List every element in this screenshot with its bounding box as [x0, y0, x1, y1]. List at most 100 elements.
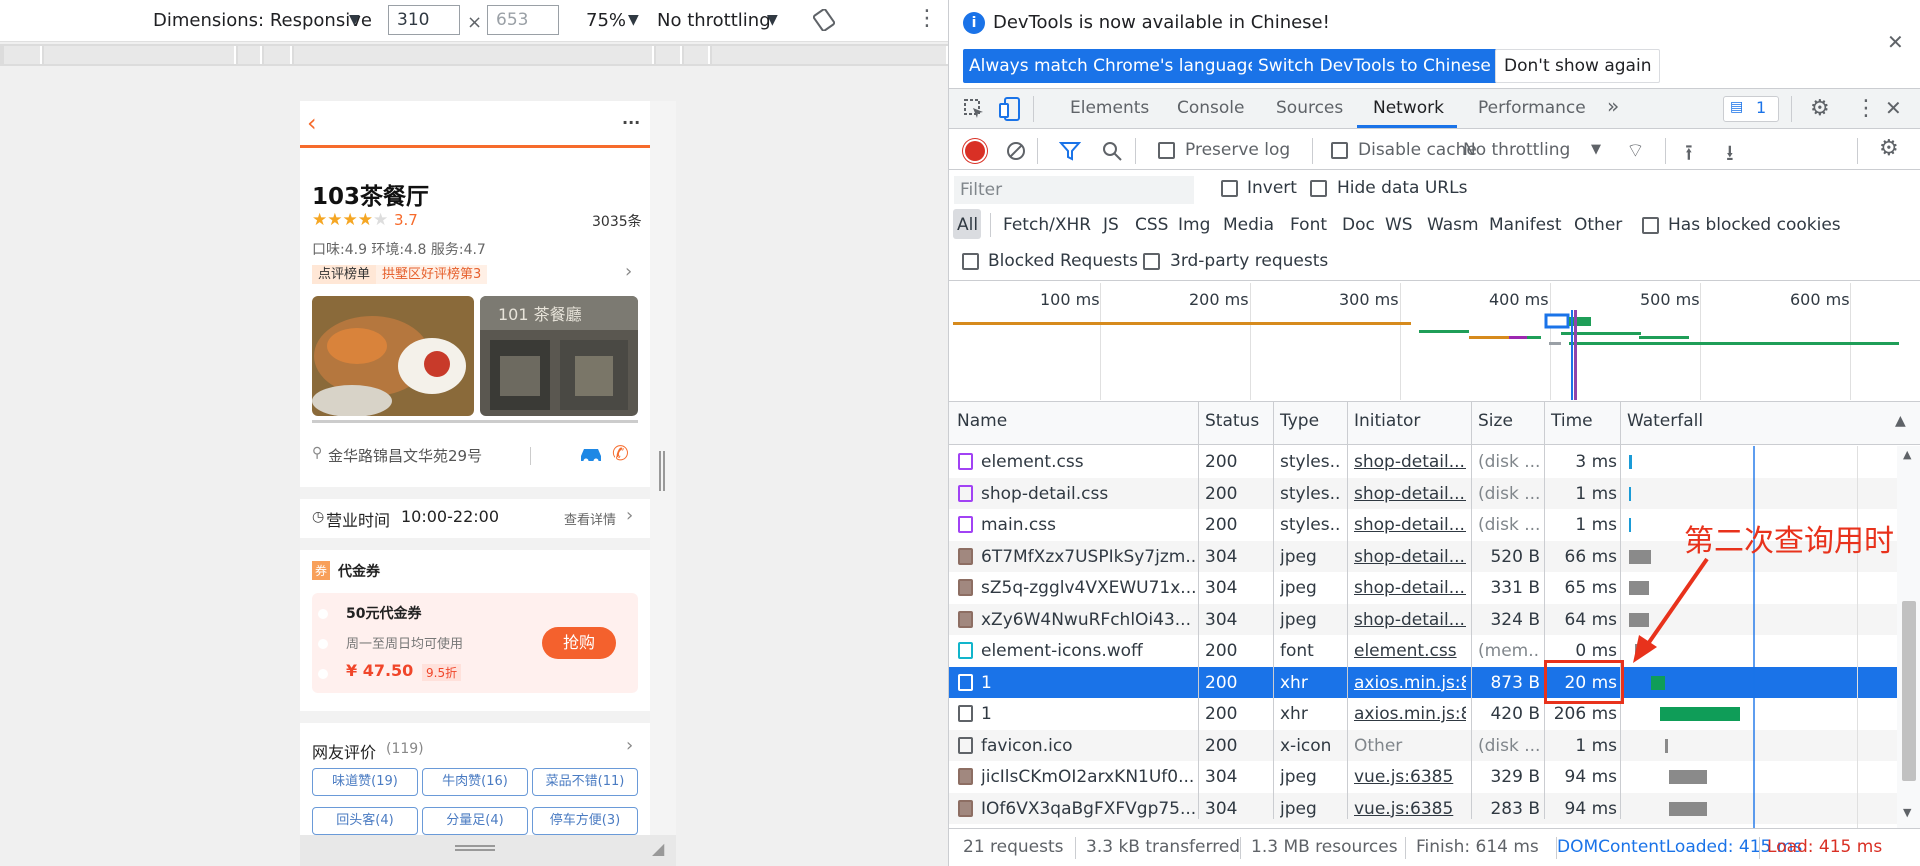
disable-cache-label[interactable]: Disable cache: [1358, 140, 1477, 160]
type-filter-wasm[interactable]: Wasm: [1427, 215, 1479, 235]
cell-name[interactable]: main.css: [981, 515, 1196, 535]
type-filter-media[interactable]: Media: [1223, 215, 1274, 235]
resize-handle-right[interactable]: [650, 101, 676, 835]
throttling-dropdown[interactable]: No throttling: [657, 10, 771, 31]
dropdown-arrow-icon[interactable]: ▼: [349, 12, 360, 28]
type-filter-img[interactable]: Img: [1178, 215, 1210, 235]
shop-address[interactable]: 金华路锦昌文华苑29号: [328, 445, 482, 466]
cell-name[interactable]: 1: [981, 704, 1196, 724]
filter-input[interactable]: Filter: [954, 176, 1194, 204]
more-dots-icon[interactable]: ...: [622, 109, 640, 128]
rotate-icon[interactable]: [813, 9, 835, 31]
hide-data-urls-checkbox[interactable]: [1310, 180, 1327, 197]
ruler-segment[interactable]: [656, 46, 682, 64]
column-waterfall[interactable]: Waterfall: [1627, 411, 1703, 431]
clear-icon[interactable]: [1005, 140, 1027, 162]
dropdown-arrow-icon[interactable]: ▼: [628, 12, 639, 28]
type-filter-all[interactable]: All: [957, 215, 978, 235]
device-toggle-icon[interactable]: [999, 96, 1021, 122]
cell-initiator[interactable]: axios.min.js:8: [1354, 673, 1466, 693]
cell-name[interactable]: jicIlsCKmOI2arxKN1Uf0...: [981, 767, 1196, 787]
type-filter-fetch-xhr[interactable]: Fetch/XHR: [1003, 215, 1091, 235]
third-party-checkbox[interactable]: [1143, 253, 1160, 270]
chevron-right-icon[interactable]: ›: [625, 261, 632, 282]
review-tag[interactable]: 回头客(4): [312, 807, 418, 835]
cell-initiator[interactable]: vue.js:6385: [1354, 767, 1466, 787]
car-icon[interactable]: [578, 444, 604, 464]
cell-name[interactable]: 6T7MfXzx7USPIkSy7jzm...: [981, 547, 1196, 567]
more-options-icon[interactable]: ⋮: [916, 6, 938, 31]
ruler-segment[interactable]: [294, 46, 654, 64]
rank-tags[interactable]: 点评榜单 拱墅区好评榜第3: [312, 262, 488, 284]
type-filter-other[interactable]: Other: [1574, 215, 1622, 235]
filter-funnel-icon[interactable]: [1059, 141, 1081, 161]
column-status[interactable]: Status: [1205, 411, 1259, 431]
customize-menu-icon[interactable]: ⋮: [1855, 96, 1877, 121]
back-chevron-icon[interactable]: ‹: [307, 109, 317, 137]
column-divider[interactable]: [1198, 401, 1199, 819]
cell-initiator[interactable]: vue.js:6385: [1354, 799, 1466, 819]
tab-elements[interactable]: Elements: [1070, 98, 1149, 118]
always-match-language-button[interactable]: Always match Chrome's language: [963, 49, 1264, 83]
cell-name[interactable]: xZy6W4NwuRFchlOi43...: [981, 610, 1196, 630]
table-scrollbar[interactable]: ▲ ▼: [1897, 446, 1920, 828]
chevron-right-icon[interactable]: ›: [626, 735, 633, 756]
tab-sources[interactable]: Sources: [1276, 98, 1343, 118]
tab-performance[interactable]: Performance: [1478, 98, 1586, 118]
ruler-segment[interactable]: [264, 46, 292, 64]
column-name[interactable]: Name: [957, 411, 1007, 431]
invert-label[interactable]: Invert: [1247, 178, 1297, 198]
review-tag[interactable]: 味道赞(19): [312, 768, 418, 796]
ruler-segment[interactable]: [238, 46, 262, 64]
drag-grip-icon[interactable]: [659, 451, 665, 491]
record-icon[interactable]: [965, 141, 985, 161]
cell-name[interactable]: favicon.ico: [981, 736, 1196, 756]
ruler-segment[interactable]: [4, 46, 42, 64]
search-icon[interactable]: [1101, 140, 1123, 162]
ruler-segment[interactable]: [712, 46, 948, 64]
photo-scrollbar[interactable]: [312, 420, 638, 423]
coupon-card[interactable]: 50元代金券 周一至周日均可使用 ¥ 47.50 9.5折 抢购: [312, 593, 638, 693]
column-divider[interactable]: [1273, 401, 1274, 819]
network-settings-gear-icon[interactable]: ⚙: [1879, 136, 1899, 161]
width-input[interactable]: 310: [388, 5, 460, 35]
drag-grip-icon[interactable]: [455, 845, 495, 851]
cell-name[interactable]: 1: [981, 673, 1196, 693]
zoom-dropdown[interactable]: 75%: [586, 10, 626, 31]
cell-initiator[interactable]: shop-detail....: [1354, 547, 1466, 567]
dimensions-dropdown[interactable]: Dimensions: Responsive: [153, 10, 372, 31]
third-party-label[interactable]: 3rd-party requests: [1170, 251, 1328, 271]
sort-up-icon[interactable]: ▲: [1895, 413, 1906, 429]
cell-initiator[interactable]: shop-detail....: [1354, 515, 1466, 535]
preserve-log-label[interactable]: Preserve log: [1185, 140, 1290, 160]
cell-name[interactable]: shop-detail.css: [981, 484, 1196, 504]
review-tag[interactable]: 停车方便(3): [532, 807, 638, 835]
buy-button[interactable]: 抢购: [542, 627, 616, 659]
phone-icon[interactable]: ✆: [612, 441, 629, 465]
type-filter-manifest[interactable]: Manifest: [1489, 215, 1562, 235]
scroll-down-icon[interactable]: ▼: [1903, 806, 1911, 819]
issues-button[interactable]: ▤ 1: [1723, 96, 1779, 122]
review-tag[interactable]: 牛肉赞(16): [422, 768, 528, 796]
has-blocked-cookies-checkbox[interactable]: [1642, 217, 1659, 234]
cell-initiator[interactable]: shop-detail....: [1354, 452, 1466, 472]
invert-checkbox[interactable]: [1221, 180, 1238, 197]
review-count[interactable]: 3035条: [592, 211, 642, 231]
dropdown-arrow-icon[interactable]: ▼: [767, 12, 778, 28]
hide-data-urls-label[interactable]: Hide data URLs: [1337, 178, 1467, 198]
cell-name[interactable]: IOf6VX3qaBgFXFVgp75...: [981, 799, 1196, 819]
cell-name[interactable]: element-icons.woff: [981, 641, 1196, 661]
column-divider[interactable]: [1620, 401, 1621, 819]
tab-console[interactable]: Console: [1177, 98, 1245, 118]
cell-initiator[interactable]: shop-detail....: [1354, 578, 1466, 598]
export-har-icon[interactable]: ⭳: [1726, 136, 1734, 174]
type-filter-css[interactable]: CSS: [1135, 215, 1168, 235]
cell-initiator[interactable]: axios.min.js:8: [1354, 704, 1466, 724]
ruler-segment[interactable]: [684, 46, 710, 64]
column-type[interactable]: Type: [1280, 411, 1319, 431]
cell-name[interactable]: sZ5q-zgglv4VXEWU71x...: [981, 578, 1196, 598]
more-tabs-icon[interactable]: »: [1607, 94, 1619, 118]
column-time[interactable]: Time: [1551, 411, 1593, 431]
scrollbar-thumb[interactable]: [1902, 601, 1916, 781]
storefront-photo[interactable]: 101 茶餐廳: [480, 296, 638, 416]
